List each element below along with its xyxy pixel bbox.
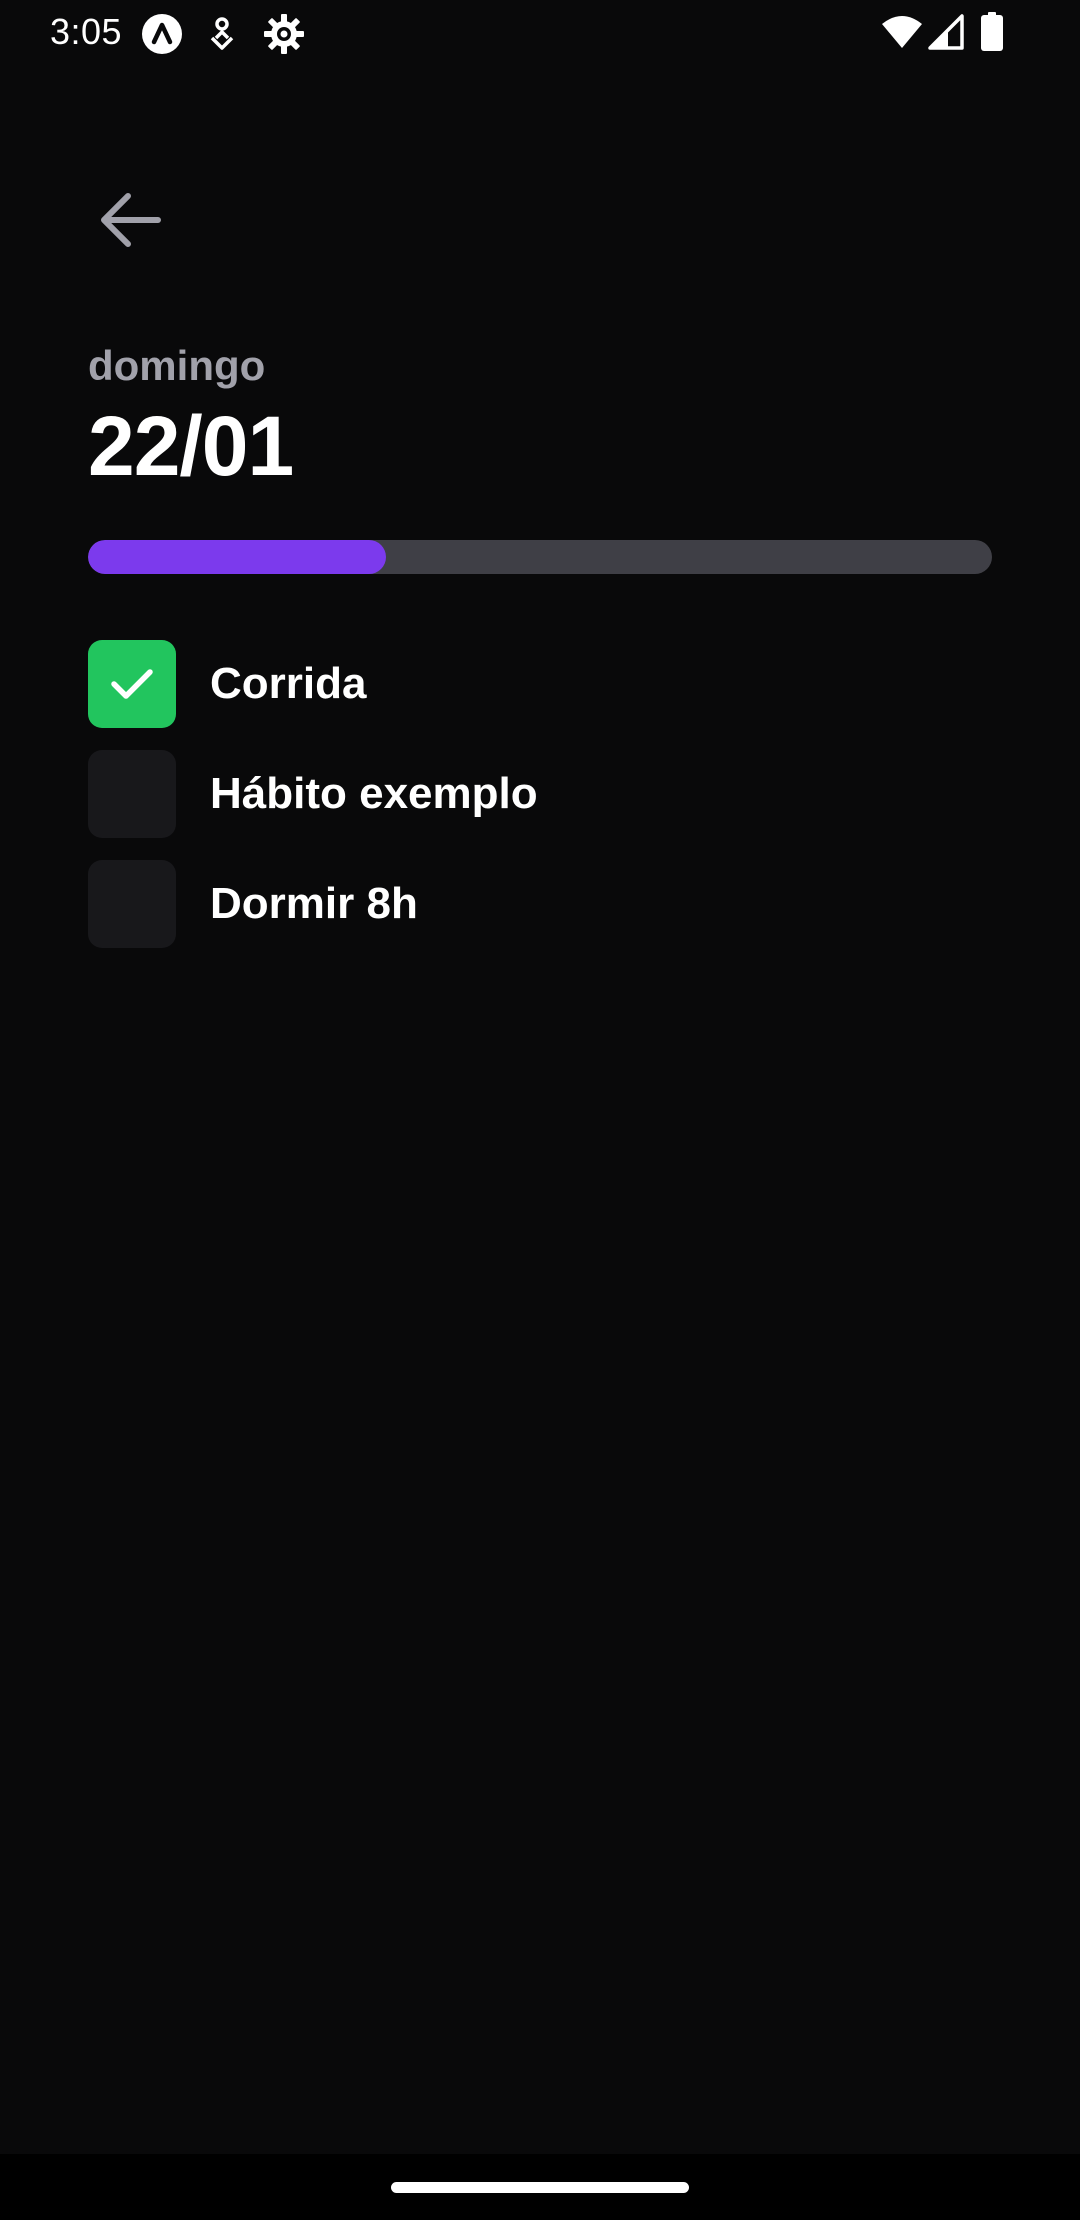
progress-bar [88, 540, 992, 574]
habit-list: Corrida Hábito exemplo Dormir 8h [88, 640, 992, 970]
back-button[interactable] [90, 180, 170, 260]
habit-label: Corrida [210, 659, 367, 708]
habit-checkbox[interactable] [88, 640, 176, 728]
app-notification-icon [142, 14, 182, 54]
home-indicator[interactable] [391, 2182, 689, 2193]
wifi-icon [882, 16, 922, 48]
settings-gear-icon [264, 14, 304, 54]
habit-item-dormir-8h[interactable]: Dormir 8h [88, 860, 992, 948]
habit-label: Hábito exemplo [210, 769, 538, 818]
habit-checkbox[interactable] [88, 860, 176, 948]
habit-label: Dormir 8h [210, 879, 418, 928]
status-bar: 3:05 [0, 0, 1080, 64]
habit-checkbox[interactable] [88, 750, 176, 838]
check-icon [111, 669, 153, 699]
location-pin-icon [210, 17, 234, 50]
battery-icon [981, 12, 1003, 51]
weekday-label: domingo [88, 342, 266, 389]
date-title: 22/01 [88, 399, 294, 493]
habit-item-habito-exemplo[interactable]: Hábito exemplo [88, 750, 992, 838]
arrow-left-icon [101, 193, 161, 247]
habit-item-corrida[interactable]: Corrida [88, 640, 992, 728]
cell-signal-icon [928, 14, 964, 50]
navigation-bar [0, 2154, 1080, 2220]
status-time: 3:05 [50, 11, 123, 52]
progress-bar-fill [88, 540, 387, 574]
